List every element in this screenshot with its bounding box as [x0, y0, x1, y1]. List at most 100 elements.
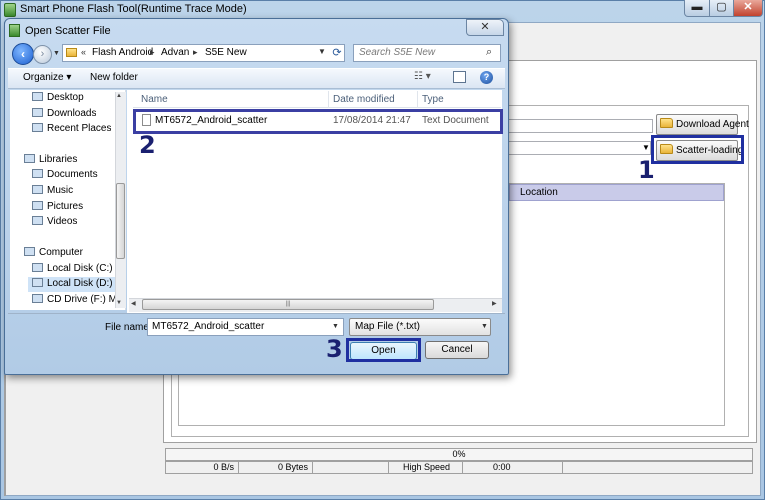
- nav-item-label: Music: [47, 185, 74, 196]
- scatter-file-path-select[interactable]: [505, 141, 651, 155]
- search-placeholder: Search S5E New: [359, 47, 436, 58]
- scroll-down-icon[interactable]: ▼: [116, 300, 122, 306]
- scroll-up-icon[interactable]: ▲: [116, 93, 122, 99]
- nav-scroll-thumb[interactable]: [116, 183, 125, 259]
- nav-item-label: Libraries: [39, 154, 78, 165]
- breadcrumb-separator-icon[interactable]: ▸: [193, 47, 198, 58]
- highlight-box-file: [133, 109, 503, 134]
- forward-arrow-icon[interactable]: ›: [33, 45, 52, 64]
- highlight-box-scatter-loading: [651, 135, 744, 164]
- nav-item-libraries[interactable]: Libraries: [24, 153, 77, 168]
- scroll-right-icon[interactable]: ▶: [492, 300, 497, 307]
- location-column-header[interactable]: Location: [509, 184, 724, 201]
- hard-drive-icon: [32, 278, 43, 287]
- column-header-date-modified[interactable]: Date modified: [333, 94, 395, 105]
- cancel-button[interactable]: Cancel: [425, 341, 489, 359]
- chevron-down-icon[interactable]: ▼: [641, 142, 651, 154]
- computer-icon: [24, 247, 35, 256]
- folder-icon: [660, 118, 673, 128]
- nav-item-label: Downloads: [47, 108, 97, 119]
- hard-drive-icon: [32, 263, 43, 272]
- nav-item-label: Computer: [39, 247, 83, 258]
- download-agent-button[interactable]: Download Agent: [656, 114, 749, 135]
- step-marker-2: 2: [139, 131, 156, 159]
- download-agent-path-input[interactable]: [505, 119, 653, 133]
- nav-item-desktop[interactable]: Desktop: [32, 91, 84, 106]
- column-header-type[interactable]: Type: [422, 94, 444, 105]
- nav-item-pictures[interactable]: Pictures: [32, 200, 83, 215]
- nav-item-label: Recent Places: [47, 123, 112, 134]
- highlight-box-open: [346, 338, 421, 362]
- chevron-down-icon[interactable]: ▼: [318, 47, 326, 56]
- back-arrow-icon[interactable]: ‹: [12, 43, 34, 65]
- main-window-title: Smart Phone Flash Tool(Runtime Trace Mod…: [20, 3, 247, 15]
- file-list-hscroll-thumb[interactable]: |||: [142, 299, 434, 310]
- progress-text: 0%: [452, 449, 466, 459]
- breadcrumb-s5e-new[interactable]: S5E New: [205, 47, 247, 58]
- status-speed: 0 B/s: [165, 461, 239, 474]
- refresh-icon[interactable]: ⟳: [329, 45, 345, 61]
- nav-item-label: Documents: [47, 169, 98, 180]
- nav-item-label: Desktop: [47, 92, 84, 103]
- preview-pane-icon[interactable]: [453, 71, 466, 83]
- recent-places-icon: [32, 123, 43, 132]
- nav-item-label: CD Drive (F:) Mo: [47, 294, 116, 305]
- libraries-icon: [24, 154, 35, 163]
- left-strip: [4, 375, 6, 496]
- recent-locations-chevron-icon[interactable]: ▼: [53, 49, 61, 59]
- music-icon: [32, 185, 43, 194]
- help-icon[interactable]: ?: [480, 71, 493, 84]
- nav-item-music[interactable]: Music: [32, 184, 73, 199]
- nav-item-label: Local Disk (C:): [47, 263, 113, 274]
- nav-item-documents[interactable]: Documents: [32, 168, 98, 183]
- nav-item-label: Local Disk (D:): [47, 278, 113, 289]
- search-icon[interactable]: ⌕: [486, 46, 492, 59]
- dialog-app-icon: [9, 24, 20, 37]
- downloads-icon: [32, 108, 43, 117]
- nav-item-local-disk-d[interactable]: Local Disk (D:): [28, 277, 119, 292]
- file-name-input[interactable]: MT6572_Android_scatter: [147, 318, 344, 336]
- nav-item-cd-drive[interactable]: CD Drive (F:) Mo: [32, 293, 116, 308]
- dialog-close-button[interactable]: ✕: [466, 19, 504, 36]
- step-marker-1: 1: [638, 156, 655, 184]
- folder-icon: [66, 48, 77, 57]
- desktop-icon: [32, 92, 43, 101]
- status-mode: High Speed: [389, 461, 463, 474]
- nav-item-label: Videos: [47, 216, 78, 227]
- download-agent-label: Download Agent: [676, 119, 749, 130]
- breadcrumb-separator-icon[interactable]: «: [81, 47, 86, 57]
- breadcrumb-advan[interactable]: Advan: [161, 47, 189, 58]
- progress-bar: 0%: [165, 448, 753, 461]
- column-separator[interactable]: [328, 91, 329, 108]
- column-header-name[interactable]: Name: [141, 94, 168, 105]
- chevron-down-icon[interactable]: ▼: [481, 323, 488, 330]
- chevron-down-icon[interactable]: ▼: [332, 323, 339, 330]
- file-list-header: [133, 90, 501, 108]
- dialog-title: Open Scatter File: [25, 25, 111, 37]
- dialog-separator: [8, 313, 505, 314]
- scroll-left-icon[interactable]: ◀: [131, 300, 136, 307]
- new-folder-button[interactable]: New folder: [90, 72, 138, 83]
- change-view-button[interactable]: ☷ ▾: [414, 71, 440, 85]
- nav-item-recent-places[interactable]: Recent Places: [32, 122, 111, 137]
- videos-icon: [32, 216, 43, 225]
- minimize-button[interactable]: ▬: [684, 0, 710, 17]
- close-button[interactable]: ✕: [733, 0, 763, 17]
- status-cell-empty: [313, 461, 389, 474]
- nav-item-downloads[interactable]: Downloads: [32, 107, 96, 122]
- step-marker-3: 3: [326, 335, 343, 363]
- nav-item-videos[interactable]: Videos: [32, 215, 77, 230]
- nav-item-local-disk-c[interactable]: Local Disk (C:): [32, 262, 113, 277]
- column-separator[interactable]: [417, 91, 418, 108]
- nav-item-computer[interactable]: Computer: [24, 246, 83, 261]
- documents-icon: [32, 169, 43, 178]
- file-type-filter-select[interactable]: Map File (*.txt): [349, 318, 491, 336]
- maximize-button[interactable]: ▢: [709, 0, 734, 17]
- status-bytes: 0 Bytes: [239, 461, 313, 474]
- organize-button[interactable]: Organize ▾: [23, 72, 71, 83]
- status-time: 0:00: [463, 461, 563, 474]
- cd-drive-icon: [32, 294, 43, 303]
- breadcrumb-separator-icon[interactable]: ▸: [150, 47, 155, 58]
- file-name-label: File name:: [105, 322, 152, 333]
- breadcrumb-flash-android[interactable]: Flash Android: [92, 47, 153, 58]
